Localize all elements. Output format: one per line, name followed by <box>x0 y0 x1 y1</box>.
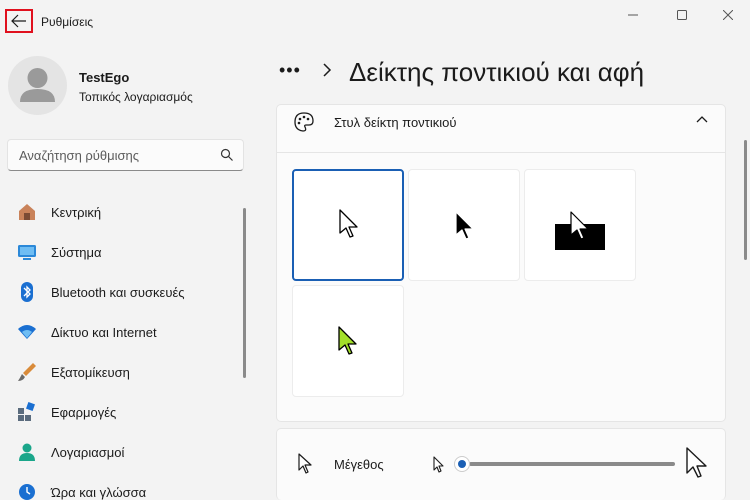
pointer-option-white[interactable] <box>292 169 404 281</box>
size-label: Μέγεθος <box>334 457 384 472</box>
sidebar-item-label: Λογαριασμοί <box>51 445 125 460</box>
white-pointer-icon <box>339 209 358 238</box>
size-slider-thumb[interactable] <box>454 456 470 472</box>
profile-account-type: Τοπικός λογαριασμός <box>79 90 193 104</box>
page-title: Δείκτης ποντικιού και αφή <box>349 57 645 87</box>
chevron-right-icon <box>323 63 332 77</box>
pointer-size-icon <box>298 453 312 474</box>
pointer-style-title: Στυλ δείκτη ποντικιού <box>334 115 457 130</box>
user-avatar-icon <box>20 68 55 102</box>
search-input[interactable] <box>8 140 208 170</box>
home-icon <box>17 202 37 222</box>
pointer-option-black[interactable] <box>408 169 520 281</box>
lime-pointer-icon <box>338 326 357 355</box>
small-pointer-icon <box>433 456 444 473</box>
avatar[interactable] <box>8 56 67 115</box>
sidebar-item-time-language[interactable]: Ώρα και γλώσσα <box>0 472 240 500</box>
account-icon <box>17 442 37 462</box>
close-icon <box>723 10 733 20</box>
sidebar-item-personalization[interactable]: Εξατομίκευση <box>0 352 240 392</box>
maximize-button[interactable] <box>659 4 705 26</box>
search-box <box>7 139 244 171</box>
title-bar: Ρυθμίσεις <box>0 0 750 40</box>
close-button[interactable] <box>705 4 750 26</box>
sidebar-item-apps[interactable]: Εφαρμογές <box>0 392 240 432</box>
app-title: Ρυθμίσεις <box>41 15 94 29</box>
wifi-icon <box>17 322 37 342</box>
bluetooth-icon <box>17 282 37 302</box>
pointer-option-custom[interactable] <box>292 285 404 397</box>
chevron-up-icon[interactable] <box>695 113 709 127</box>
pointer-style-header[interactable]: Στυλ δείκτη ποντικιού <box>277 105 725 153</box>
pointer-option-inverted[interactable] <box>524 169 636 281</box>
minimize-icon <box>628 14 638 16</box>
sidebar-item-system[interactable]: Σύστημα <box>0 232 240 272</box>
size-slider-track[interactable] <box>469 462 675 466</box>
sidebar-item-label: Κεντρική <box>51 205 102 220</box>
breadcrumb-more[interactable]: ••• <box>279 60 301 81</box>
sidebar-item-label: Σύστημα <box>51 245 102 260</box>
sidebar-nav: Κεντρική Σύστημα Bluetooth και συσκευές <box>0 192 240 500</box>
back-arrow-icon <box>11 14 26 28</box>
palette-icon <box>294 112 314 132</box>
sidebar-item-label: Δίκτυο και Internet <box>51 325 157 340</box>
system-icon <box>17 242 37 262</box>
sidebar-item-label: Εξατομίκευση <box>51 365 130 380</box>
sidebar-item-accounts[interactable]: Λογαριασμοί <box>0 432 240 472</box>
sidebar-item-home[interactable]: Κεντρική <box>0 192 240 232</box>
brush-icon <box>17 362 37 382</box>
profile-name: TestEgo <box>79 70 130 85</box>
size-card: Μέγεθος <box>276 428 726 500</box>
sidebar-item-bluetooth[interactable]: Bluetooth και συσκευές <box>0 272 240 312</box>
inverted-pointer-icon <box>555 211 605 250</box>
search-icon[interactable] <box>220 148 234 162</box>
time-language-icon <box>17 482 37 500</box>
apps-icon <box>17 402 37 422</box>
minimize-button[interactable] <box>610 4 656 26</box>
pointer-style-card: Στυλ δείκτη ποντικιού <box>276 104 726 422</box>
content-scrollbar[interactable] <box>744 140 747 260</box>
black-pointer-icon <box>455 211 474 240</box>
sidebar-item-label: Bluetooth και συσκευές <box>51 285 185 300</box>
large-pointer-icon <box>686 447 707 478</box>
sidebar-scrollbar[interactable] <box>243 208 246 378</box>
sidebar-item-label: Ώρα και γλώσσα <box>51 485 147 500</box>
sidebar-item-network[interactable]: Δίκτυο και Internet <box>0 312 240 352</box>
sidebar-item-label: Εφαρμογές <box>51 405 117 420</box>
back-button[interactable] <box>5 9 33 33</box>
maximize-icon <box>677 10 687 20</box>
